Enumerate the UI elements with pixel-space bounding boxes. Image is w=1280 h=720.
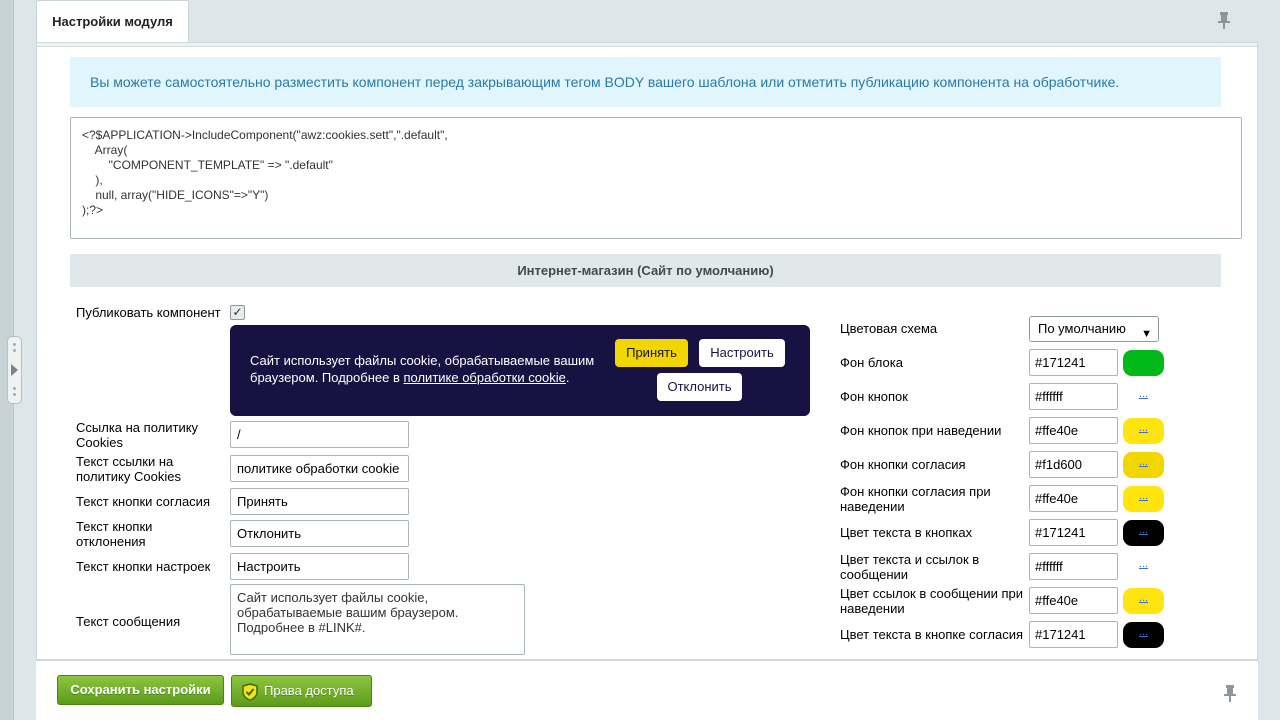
color-label: Цвет текста и ссылок в сообщении	[840, 552, 980, 582]
grip-dot	[13, 343, 16, 346]
preview-accept-button[interactable]: Принять	[615, 339, 688, 367]
site-section-header: Интернет-магазин (Сайт по умолчанию)	[70, 254, 1221, 287]
color-label: Цвет текста в кнопке согласия	[840, 627, 1024, 642]
color-label: Фон кнопки согласия при наведении	[840, 484, 991, 514]
color-value-input[interactable]: #ffe40e	[1029, 417, 1118, 444]
color-value-input[interactable]: #ffe40e	[1029, 587, 1118, 614]
color-label: Фон блока	[840, 355, 903, 370]
sidebar-expand-handle[interactable]	[7, 336, 22, 404]
tab-module-settings[interactable]: Настройки модуля	[36, 0, 189, 42]
color-scheme-label: Цветовая схема	[840, 321, 938, 336]
footer-toolbar: Сохранить настройки Права доступа	[36, 660, 1258, 720]
decline-text-input[interactable]: Отклонить	[230, 520, 409, 547]
color-label: Фон кнопки согласия	[840, 457, 966, 472]
message-textarea[interactable]: Сайт использует файлы cookie, обрабатыва…	[230, 584, 525, 655]
policy-text-label: Текст ссылки на политику Cookies	[76, 454, 181, 484]
pin-icon[interactable]	[1218, 12, 1230, 32]
policy-text-input[interactable]: политике обработки cookie	[230, 455, 409, 482]
settings-text-input[interactable]: Настроить	[230, 553, 409, 580]
accept-text-label: Текст кнопки согласия	[76, 494, 210, 509]
color-swatch-button[interactable]: ...	[1123, 520, 1164, 546]
chevron-down-icon: ▼	[1141, 328, 1152, 340]
component-code-textarea[interactable]: <?$APPLICATION->IncludeComponent("awz:co…	[70, 117, 1242, 239]
color-value-input[interactable]: #171241	[1029, 621, 1118, 648]
settings-panel: Вы можете самостоятельно разместить комп…	[36, 42, 1258, 660]
color-swatch-button[interactable]: ...	[1123, 452, 1164, 478]
color-swatch-button[interactable]: ...	[1123, 588, 1164, 614]
info-notice: Вы можете самостоятельно разместить комп…	[70, 57, 1221, 107]
preview-policy-link[interactable]: политике обработки cookie	[403, 370, 565, 385]
color-scheme-value: По умолчанию	[1038, 321, 1126, 336]
color-swatch-button[interactable]	[1123, 350, 1164, 376]
color-label: Фон кнопок	[840, 389, 908, 404]
color-swatch-button[interactable]: ...	[1123, 486, 1164, 512]
shield-check-icon	[242, 682, 258, 712]
preview-message: Сайт использует файлы cookie, обрабатыва…	[250, 352, 610, 386]
message-label: Текст сообщения	[76, 614, 181, 629]
tab-strip: Настройки модуля	[36, 0, 1260, 42]
policy-link-input[interactable]: /	[230, 421, 409, 448]
cookie-banner-preview: Сайт использует файлы cookie, обрабатыва…	[230, 325, 810, 416]
color-value-input[interactable]: #ffffff	[1029, 383, 1118, 410]
code-line: "COMPONENT_TEMPLATE" => ".default"	[82, 158, 333, 172]
color-scheme-select[interactable]: По умолчанию ▼	[1029, 316, 1159, 342]
code-line: <?$APPLICATION->IncludeComponent("awz:co…	[82, 128, 448, 142]
decline-text-label: Текст кнопки отклонения	[76, 519, 153, 549]
publish-label: Публиковать компонент	[76, 305, 221, 320]
preview-decline-button[interactable]: Отклонить	[657, 373, 742, 401]
color-value-input[interactable]: #f1d600	[1029, 451, 1118, 478]
color-swatch-button[interactable]: ...	[1123, 418, 1164, 444]
code-line: );?>	[82, 203, 104, 217]
preview-settings-button[interactable]: Настроить	[699, 339, 785, 367]
access-rights-label: Права доступа	[264, 683, 354, 698]
color-value-input[interactable]: #171241	[1029, 519, 1118, 546]
pin-icon[interactable]	[1224, 685, 1236, 705]
preview-message-end: .	[565, 370, 570, 385]
color-value-input[interactable]: #ffe40e	[1029, 485, 1118, 512]
code-line: Array(	[82, 143, 128, 157]
color-swatch-button[interactable]: ...	[1123, 622, 1164, 648]
access-rights-button[interactable]: Права доступа	[231, 675, 372, 707]
grip-dot	[13, 387, 16, 390]
save-settings-button[interactable]: Сохранить настройки	[57, 675, 224, 705]
color-value-input[interactable]: #ffffff	[1029, 553, 1118, 580]
color-swatch-button[interactable]: ...	[1123, 554, 1164, 580]
publish-checkbox[interactable]: ✓	[230, 305, 245, 320]
grip-dot	[13, 393, 16, 396]
code-line: ),	[82, 173, 103, 187]
settings-text-label: Текст кнопки настроек	[76, 559, 211, 574]
grip-dot	[13, 349, 16, 352]
policy-link-label: Ссылка на политику Cookies	[76, 420, 199, 450]
color-swatch-button[interactable]: ...	[1123, 384, 1164, 410]
accept-text-input[interactable]: Принять	[230, 488, 409, 515]
color-label: Цвет ссылок в сообщении при наведении	[840, 586, 1024, 616]
panel-top-border	[37, 43, 1257, 47]
code-line: null, array("HIDE_ICONS"=>"Y")	[82, 188, 269, 202]
expand-arrow-icon	[11, 364, 18, 376]
color-label: Цвет текста в кнопках	[840, 525, 973, 540]
color-label: Фон кнопок при наведении	[840, 423, 1002, 438]
color-value-input[interactable]: #171241	[1029, 349, 1118, 376]
